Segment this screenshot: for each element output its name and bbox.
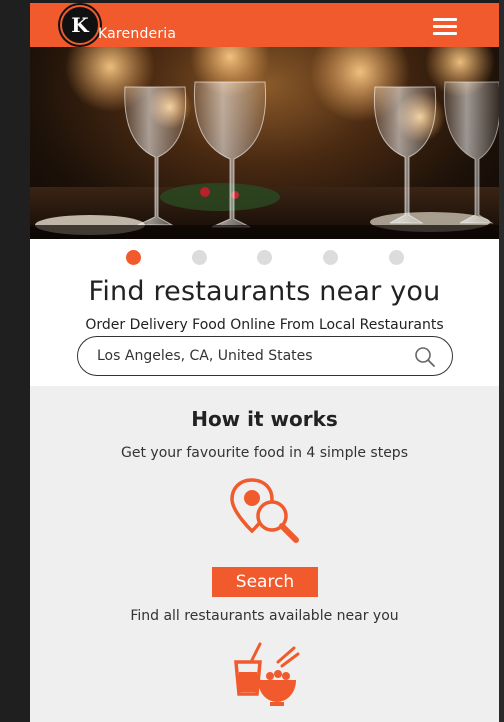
hamburger-menu-icon[interactable] bbox=[428, 15, 462, 37]
carousel-dot-3[interactable] bbox=[257, 250, 272, 265]
location-search-box bbox=[77, 336, 453, 376]
hero-banner-image bbox=[30, 47, 499, 239]
logo-text[interactable]: Karenderia bbox=[98, 26, 176, 42]
carousel-dot-4[interactable] bbox=[323, 250, 338, 265]
find-restaurants-title: Find restaurants near you bbox=[88, 276, 441, 307]
search-step-description: Find all restaurants available near you bbox=[130, 608, 399, 624]
right-scrollbar-track bbox=[499, 0, 504, 722]
how-it-works-title: How it works bbox=[191, 407, 338, 431]
left-gutter bbox=[0, 0, 30, 722]
top-header: K Karenderia bbox=[30, 0, 499, 47]
carousel-dot-1[interactable] bbox=[126, 250, 141, 265]
magnifier-icon[interactable] bbox=[414, 346, 436, 368]
map-pin-magnifier-icon bbox=[230, 478, 299, 543]
find-restaurants-subtitle: Order Delivery Food Online From Local Re… bbox=[85, 317, 444, 333]
mobile-page: K Karenderia Find restaurants near you O… bbox=[30, 0, 499, 722]
food-bowl-drink-icon bbox=[234, 642, 300, 706]
logo-letter: K bbox=[71, 13, 89, 37]
search-step-button[interactable]: Search bbox=[212, 567, 318, 597]
carousel-dot-2[interactable] bbox=[192, 250, 207, 265]
how-it-works-section: How it works Get your favourite food in … bbox=[30, 386, 499, 722]
logo-badge[interactable]: K bbox=[60, 5, 100, 45]
how-it-works-subtitle: Get your favourite food in 4 simple step… bbox=[121, 445, 408, 461]
carousel-dot-5[interactable] bbox=[389, 250, 404, 265]
carousel-dots bbox=[30, 250, 499, 266]
location-search-input[interactable] bbox=[97, 346, 407, 366]
